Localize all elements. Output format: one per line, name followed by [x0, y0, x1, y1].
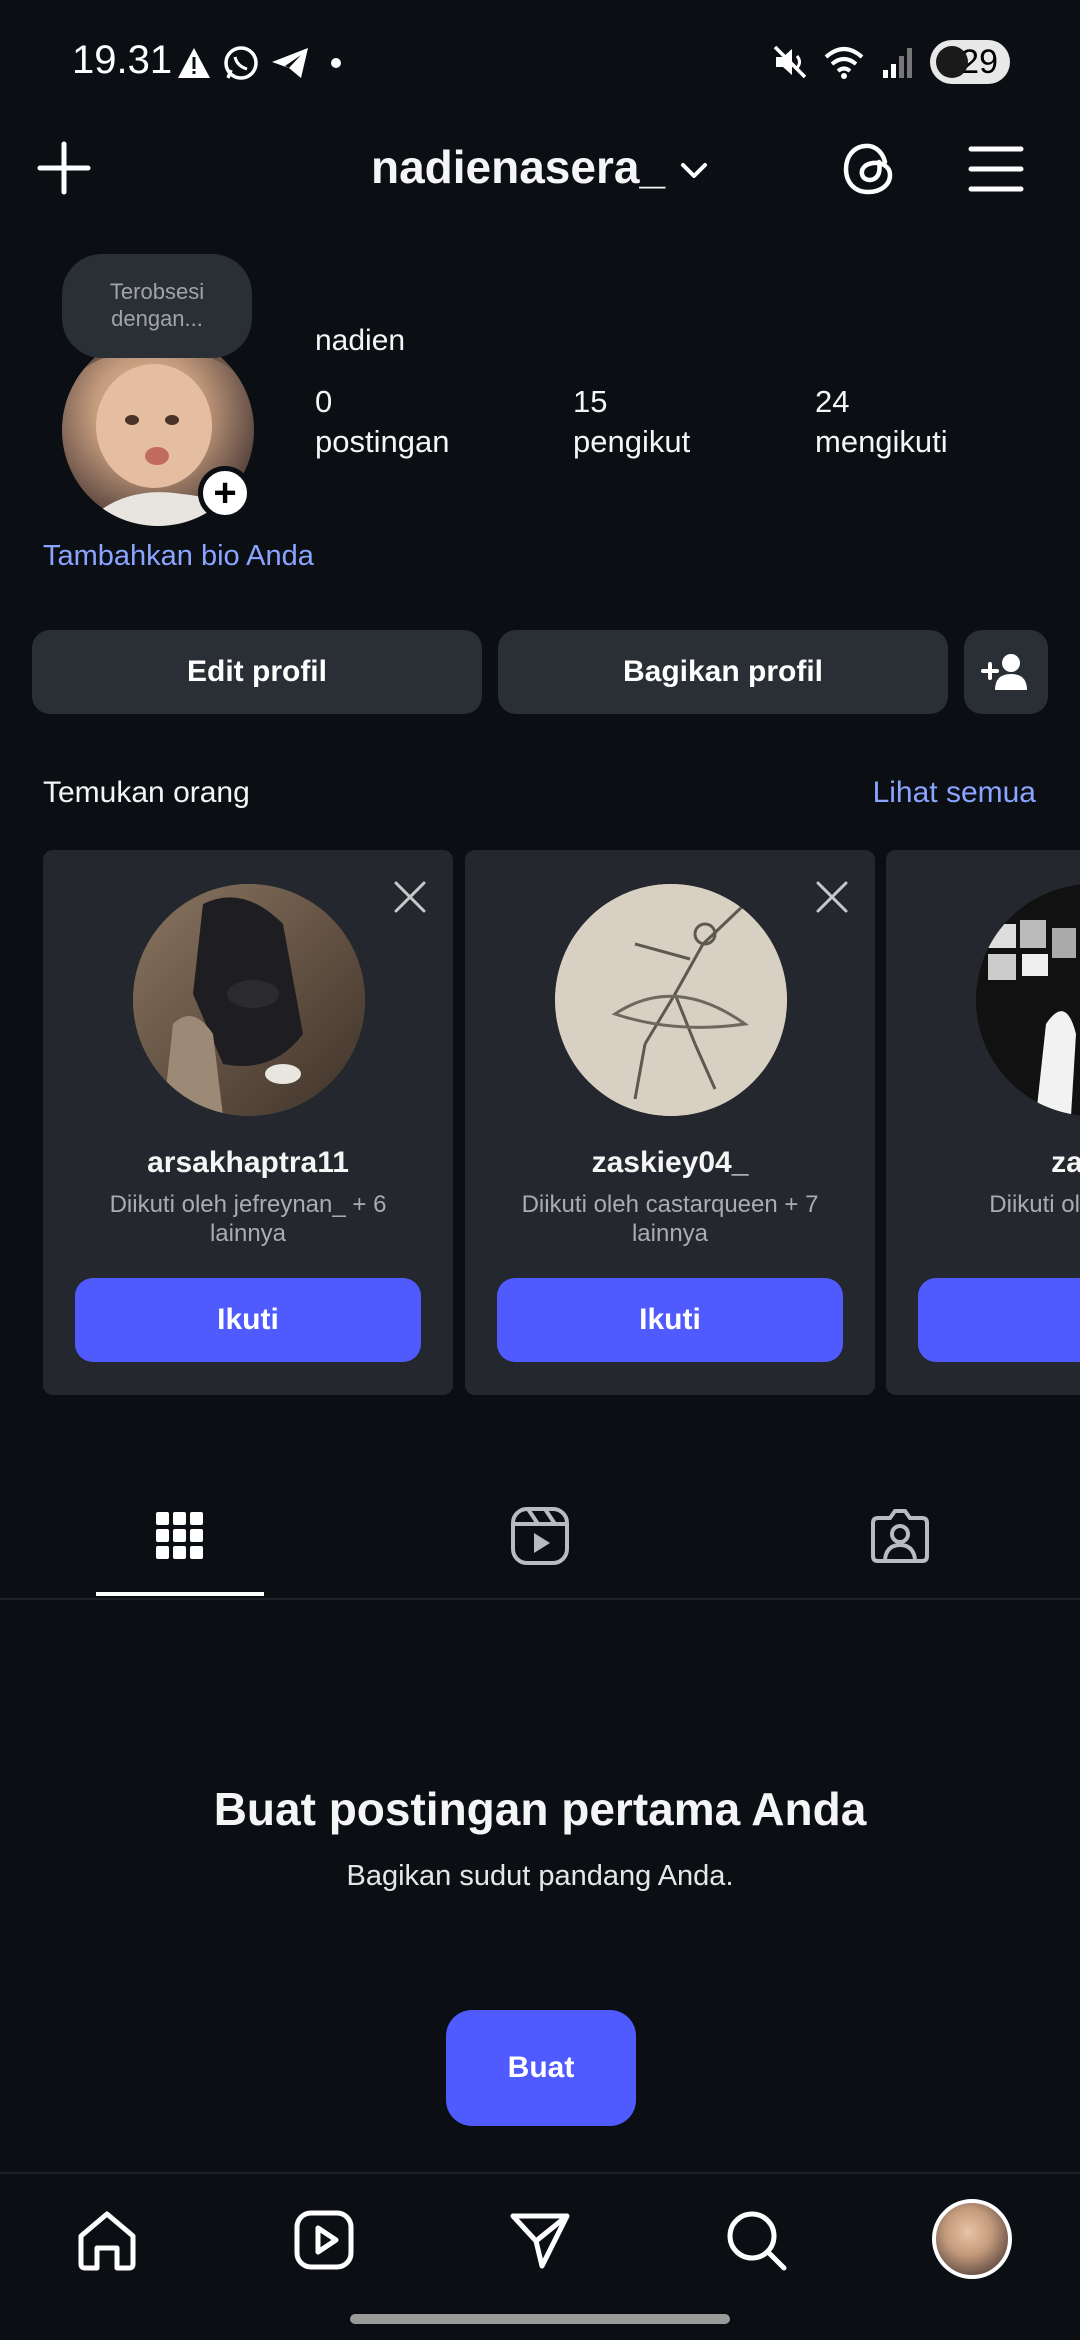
follow-button[interactable]: Ikuti	[497, 1278, 843, 1362]
home-indicator[interactable]	[350, 2314, 730, 2324]
add-story-button[interactable]: +	[198, 466, 252, 520]
suggestion-username[interactable]: arsakhaptra11	[43, 1146, 453, 1180]
battery-saver-icon	[936, 46, 968, 78]
suggestion-avatar[interactable]	[133, 884, 365, 1116]
discover-title: Temukan orang	[43, 776, 250, 809]
note-text: Terobsesi dengan...	[109, 279, 205, 331]
add-person-icon	[981, 654, 1027, 690]
warning-icon	[178, 48, 210, 78]
suggestion-card: arsakhaptra11 Diikuti oleh jefreynan_ + …	[43, 850, 453, 1395]
suggestion-avatar[interactable]	[976, 884, 1080, 1116]
stat-followers-value: 15	[573, 384, 608, 419]
empty-state-title: Buat postingan pertama Anda	[213, 1783, 867, 1835]
grid-icon[interactable]	[148, 1504, 212, 1568]
direct-message-icon[interactable]	[508, 2208, 572, 2272]
edit-profile-button[interactable]: Edit profil	[32, 630, 482, 714]
note-bubble[interactable]: Terobsesi dengan...	[62, 254, 252, 358]
stat-following[interactable]: 24 mengikuti	[815, 382, 948, 462]
empty-state-subtitle: Bagikan sudut pandang Anda.	[346, 1860, 734, 1892]
display-name: nadien	[315, 324, 406, 357]
home-icon[interactable]	[75, 2208, 139, 2272]
status-left-icons	[176, 44, 348, 82]
suggestion-card: zassk Diikuti oleh ca lain Ik	[886, 850, 1080, 1395]
reels-nav-icon[interactable]	[292, 2208, 356, 2272]
stat-posts-label: postingan	[315, 424, 450, 459]
stat-following-value: 24	[815, 384, 850, 419]
suggestion-username[interactable]: zaskiey04_	[465, 1146, 875, 1180]
tagged-icon[interactable]	[868, 1504, 932, 1568]
profile-nav-avatar[interactable]	[932, 2199, 1012, 2279]
see-all-link[interactable]: Lihat semua	[873, 776, 1036, 810]
stat-followers-label: pengikut	[573, 424, 691, 459]
stat-posts[interactable]: 0 postingan	[315, 382, 449, 462]
reels-icon[interactable]	[508, 1504, 572, 1568]
close-icon[interactable]	[815, 880, 849, 914]
suggestion-followed-by: Diikuti oleh ca lain	[989, 1191, 1080, 1218]
share-profile-button[interactable]: Bagikan profil	[498, 630, 948, 714]
account-switcher[interactable]: nadienasera_	[0, 140, 1080, 194]
username-title: nadienasera_	[370, 141, 666, 193]
suggestion-card: zaskiey04_ Diikuti oleh castarqueen + 7 …	[465, 850, 875, 1395]
add-bio-link[interactable]: Tambahkan bio Anda	[43, 540, 314, 573]
menu-icon[interactable]	[968, 144, 1024, 194]
suggestion-username[interactable]: zassk	[976, 1146, 1080, 1180]
follow-button[interactable]: Ik	[918, 1278, 1080, 1362]
search-icon[interactable]	[724, 2208, 788, 2272]
signal-icon	[883, 48, 912, 78]
chevron-down-icon	[681, 162, 708, 178]
wifi-icon	[824, 47, 864, 79]
threads-icon[interactable]	[840, 138, 902, 200]
dot-icon	[331, 58, 341, 68]
status-time: 19.31	[72, 38, 173, 82]
stat-posts-value: 0	[315, 384, 333, 419]
telegram-icon	[272, 48, 308, 78]
stat-following-label: mengikuti	[815, 424, 948, 459]
status-right-icons: 29	[772, 40, 1010, 84]
discover-people-button[interactable]	[964, 630, 1048, 714]
suggestion-avatar[interactable]	[555, 884, 787, 1116]
active-tab-indicator	[96, 1592, 264, 1596]
suggestion-followed-by: Diikuti oleh castarqueen + 7 lainnya	[521, 1191, 819, 1247]
mute-icon	[773, 45, 807, 79]
suggestion-photo	[555, 884, 787, 1116]
stat-followers[interactable]: 15 pengikut	[573, 382, 690, 462]
follow-button[interactable]: Ikuti	[75, 1278, 421, 1362]
suggestion-photo	[976, 884, 1080, 1116]
battery-indicator: 29	[930, 40, 1010, 84]
create-post-button[interactable]: Buat	[446, 2010, 636, 2126]
tab-divider	[0, 1598, 1080, 1600]
whatsapp-icon	[224, 46, 258, 80]
suggestion-followed-by: Diikuti oleh jefreynan_ + 6 lainnya	[109, 1191, 387, 1247]
suggestion-photo	[133, 884, 365, 1116]
close-icon[interactable]	[393, 880, 427, 914]
